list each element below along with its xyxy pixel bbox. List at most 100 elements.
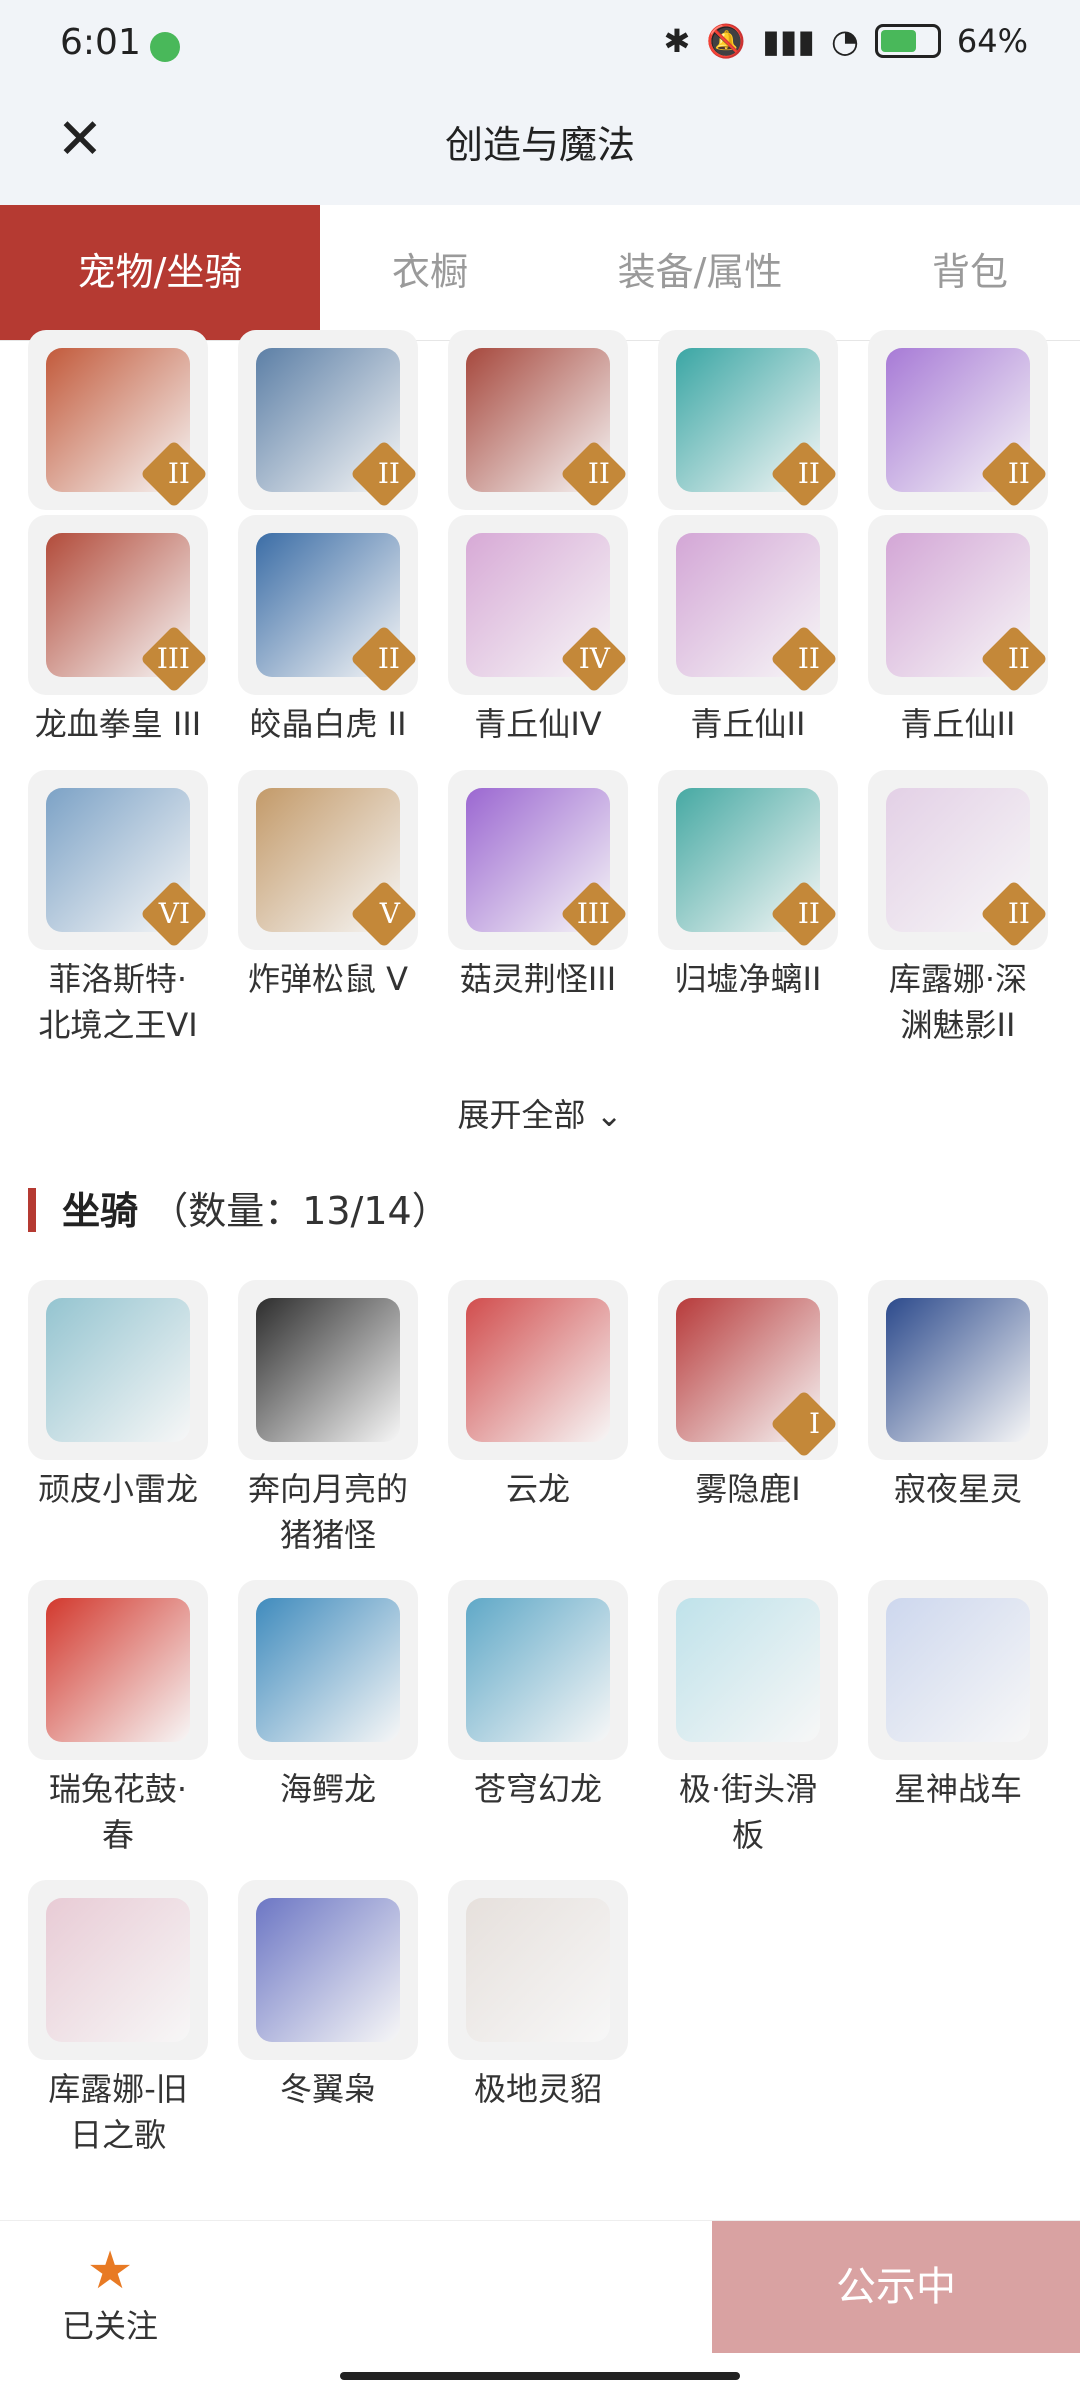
home-indicator — [340, 2372, 740, 2380]
mount-name: 极·街头滑 板 — [678, 1770, 818, 1854]
mount-thumbnail — [448, 1580, 628, 1760]
status-icons: ✱ 🔕 ▮▮▮ ◔ 64% — [663, 22, 1028, 60]
mount-item[interactable]: 顽皮小雷龙 — [28, 1280, 208, 1512]
pet-item[interactable]: II 青丘仙II — [658, 515, 838, 747]
status-time: 6:01 — [60, 22, 141, 63]
mount-image — [46, 1898, 190, 2042]
expand-all-button[interactable]: 展开全部 ⌄ — [0, 1090, 1080, 1136]
mount-item[interactable]: 星神战车 — [868, 1580, 1048, 1812]
mount-item[interactable]: 苍穹幻龙 — [448, 1580, 628, 1812]
level-text: II — [587, 457, 610, 490]
pet-name: 归墟净螭II — [674, 960, 822, 998]
star-icon: ★ — [86, 2241, 134, 2301]
wifi-icon: ◔ — [830, 22, 859, 60]
announcement-status-button[interactable]: 公示中 — [712, 2221, 1080, 2353]
mute-icon: 🔕 — [706, 22, 747, 60]
mount-item[interactable]: 冬翼枭 — [238, 1880, 418, 2112]
mount-thumbnail — [658, 1580, 838, 1760]
tab-wardrobe[interactable]: 衣橱 — [320, 205, 540, 340]
pet-name: 库露娜·深 渊魅影II — [888, 960, 1028, 1044]
mount-item[interactable]: 库露娜-旧 日之歌 — [28, 1880, 208, 2158]
pet-thumbnail: IV — [448, 515, 628, 695]
follow-button[interactable]: ★ 已关注 — [50, 2241, 170, 2347]
mount-name: 寂夜星灵 — [893, 1470, 1022, 1508]
mounts-count: （数量：13/14） — [150, 1189, 450, 1233]
mount-image — [46, 1598, 190, 1742]
pets-grid: II祈愿灵翼IIII皎晶白虎 IIII龙血拳皇 IIII归墟净螭IIII菇灵荆怪… — [0, 330, 1080, 1060]
pet-item[interactable]: VI 菲洛斯特· 北境之王VI — [28, 770, 208, 1048]
mount-name: 冬翼枭 — [279, 2070, 376, 2108]
battery-icon — [874, 24, 941, 58]
level-text: II — [1007, 642, 1030, 675]
follow-label: 已关注 — [61, 2307, 158, 2345]
mount-item[interactable]: 海鳄龙 — [238, 1580, 418, 1812]
pet-item[interactable]: II 青丘仙II — [868, 515, 1048, 747]
pet-item[interactable]: V 炸弹松鼠 V — [238, 770, 418, 1002]
level-text: II — [797, 897, 820, 930]
section-accent — [28, 1188, 36, 1232]
mount-item[interactable]: 寂夜星灵 — [868, 1280, 1048, 1512]
level-text: IV — [578, 642, 610, 675]
level-text: II — [797, 457, 820, 490]
mount-name: 极地灵貂 — [473, 2070, 602, 2108]
mount-thumbnail — [238, 1880, 418, 2060]
mount-item[interactable]: 云龙 — [448, 1280, 628, 1512]
level-text: I — [808, 1407, 820, 1440]
mount-name: 雾隐鹿I — [695, 1470, 801, 1508]
mount-item[interactable]: 奔向月亮的 猪猪怪 — [238, 1280, 418, 1558]
mounts-grid: 顽皮小雷龙 奔向月亮的 猪猪怪 云龙 I 雾隐鹿I 寂夜星灵 瑞兔花鼓· 春海鳄龙 苍穹幻龙极… — [0, 1280, 1080, 2180]
mount-item[interactable]: 极·街头滑 板 — [658, 1580, 838, 1858]
mount-thumbnail — [238, 1280, 418, 1460]
tab-equipment[interactable]: 装备/属性 — [560, 205, 840, 340]
mount-item[interactable]: 瑞兔花鼓· 春 — [28, 1580, 208, 1858]
level-text: VI — [158, 897, 190, 930]
pet-item[interactable]: II 库露娜·深 渊魅影II — [868, 770, 1048, 1048]
title-bar: ✕ 创造与魔法 — [0, 90, 1080, 205]
pet-name: 炸弹松鼠 V — [247, 960, 409, 998]
mount-name: 星神战车 — [893, 1770, 1022, 1808]
pet-thumbnail: VI — [28, 770, 208, 950]
pet-name: 青丘仙II — [690, 705, 806, 743]
pet-name: 皎晶白虎 II — [249, 705, 407, 743]
pet-item[interactable]: III 菇灵荆怪III — [448, 770, 628, 1002]
pet-name: 龙血拳皇 III — [34, 705, 202, 743]
mount-thumbnail — [448, 1880, 628, 2060]
pet-thumbnail: II — [868, 330, 1048, 510]
pet-thumbnail: II — [238, 515, 418, 695]
battery-percent: 64% — [956, 22, 1028, 60]
pet-thumbnail: II — [868, 515, 1048, 695]
pet-item[interactable]: IV 青丘仙IV — [448, 515, 628, 747]
level-text: II — [377, 642, 400, 675]
mount-item[interactable]: 极地灵貂 — [448, 1880, 628, 2112]
mount-image — [256, 1598, 400, 1742]
tab-pets-mounts[interactable]: 宠物/坐骑 — [0, 205, 320, 340]
pet-thumbnail: III — [28, 515, 208, 695]
pet-item[interactable]: II 归墟净螭II — [658, 770, 838, 1002]
mounts-section-header: 坐骑 （数量：13/14） — [28, 1180, 450, 1235]
pet-item[interactable]: II 皎晶白虎 II — [238, 515, 418, 747]
expand-all-label: 展开全部 — [457, 1096, 586, 1134]
mount-thumbnail: I — [658, 1280, 838, 1460]
pet-name: 菲洛斯特· 北境之王VI — [38, 960, 198, 1044]
level-text: II — [797, 642, 820, 675]
pet-thumbnail: II — [448, 330, 628, 510]
pet-name: 菇灵荆怪III — [459, 960, 617, 998]
level-text: III — [576, 897, 610, 930]
mount-name: 顽皮小雷龙 — [37, 1470, 198, 1508]
mounts-title: 坐骑 — [62, 1189, 139, 1233]
mount-image — [466, 1598, 610, 1742]
charging-icon — [150, 32, 180, 62]
pet-item[interactable]: III 龙血拳皇 III — [28, 515, 208, 747]
level-text: II — [1007, 457, 1030, 490]
level-text: II — [167, 457, 190, 490]
mount-image — [256, 1298, 400, 1442]
mount-image — [676, 1598, 820, 1742]
mount-image — [466, 1898, 610, 2042]
tab-backpack[interactable]: 背包 — [860, 205, 1080, 340]
mount-thumbnail — [28, 1280, 208, 1460]
mount-name: 奔向月亮的 猪猪怪 — [247, 1470, 408, 1554]
status-bar: 6:01 ✱ 🔕 ▮▮▮ ◔ 64% — [0, 0, 1080, 90]
mount-thumbnail — [868, 1280, 1048, 1460]
mount-name: 云龙 — [505, 1470, 570, 1508]
mount-item[interactable]: I 雾隐鹿I — [658, 1280, 838, 1512]
